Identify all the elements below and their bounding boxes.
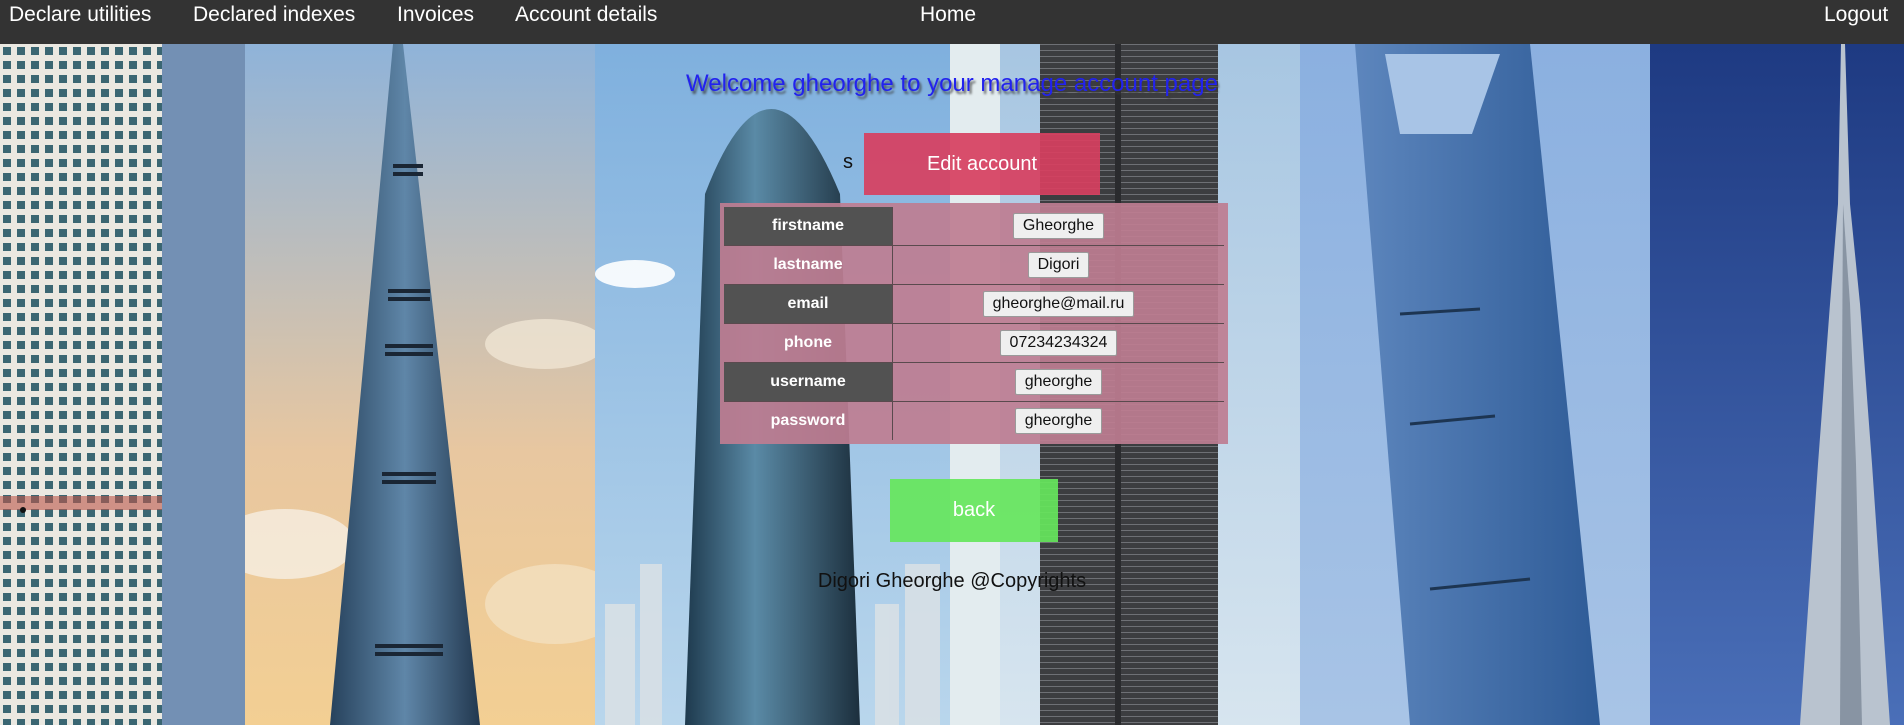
email-value[interactable]: gheorghe@mail.ru bbox=[982, 291, 1135, 317]
top-navbar: Declare utilities Declared indexes Invoi… bbox=[0, 0, 1904, 44]
field-value-cell: gheorghe bbox=[893, 402, 1225, 441]
field-label-lastname: lastname bbox=[724, 245, 893, 285]
bg-panel-bottle-opener-tower bbox=[1300, 44, 1650, 725]
phone-value[interactable]: 07234234324 bbox=[999, 330, 1118, 356]
table-row: lastname Digori bbox=[724, 245, 1224, 285]
nav-declared-indexes[interactable]: Declared indexes bbox=[193, 0, 355, 44]
edit-account-button[interactable]: Edit account bbox=[864, 133, 1100, 195]
nav-home[interactable]: Home bbox=[920, 0, 976, 44]
field-label-username: username bbox=[724, 362, 893, 402]
field-value-cell: gheorghe bbox=[892, 362, 1224, 402]
bg-panel-tapered-tower bbox=[245, 44, 595, 725]
password-value[interactable]: gheorghe bbox=[1014, 408, 1103, 434]
stray-text: s bbox=[843, 151, 853, 173]
field-label-password: password bbox=[724, 401, 893, 440]
field-label-phone: phone bbox=[724, 323, 893, 363]
field-value-cell: 07234234324 bbox=[892, 323, 1224, 363]
table-row: password gheorghe bbox=[724, 401, 1225, 441]
field-value-cell: Digori bbox=[892, 245, 1224, 285]
nav-declare-utilities[interactable]: Declare utilities bbox=[9, 0, 151, 44]
field-label-email: email bbox=[724, 284, 893, 324]
account-details-table: firstname Gheorghe lastname Digori email… bbox=[724, 207, 1224, 440]
table-row: firstname Gheorghe bbox=[724, 207, 1224, 246]
bg-panel-spire-tower bbox=[1650, 44, 1904, 725]
field-value-cell: Gheorghe bbox=[892, 207, 1224, 246]
nav-logout[interactable]: Logout bbox=[1824, 0, 1888, 44]
table-row: username gheorghe bbox=[724, 362, 1224, 402]
copyright-footer: Digori Gheorghe @Copyrights bbox=[817, 570, 1087, 592]
welcome-heading: Welcome gheorghe to your manage account … bbox=[686, 70, 1218, 97]
bg-panel-grid-tower bbox=[0, 44, 245, 725]
username-value[interactable]: gheorghe bbox=[1014, 369, 1103, 395]
nav-account-details[interactable]: Account details bbox=[515, 0, 657, 44]
table-row: email gheorghe@mail.ru bbox=[724, 284, 1224, 324]
nav-invoices[interactable]: Invoices bbox=[397, 0, 474, 44]
stray-dot bbox=[20, 507, 26, 513]
field-value-cell: gheorghe@mail.ru bbox=[892, 284, 1224, 324]
back-button[interactable]: back bbox=[890, 479, 1058, 542]
lastname-value[interactable]: Digori bbox=[1027, 252, 1090, 278]
field-label-firstname: firstname bbox=[724, 207, 893, 246]
table-row: phone 07234234324 bbox=[724, 323, 1224, 363]
firstname-value[interactable]: Gheorghe bbox=[1012, 213, 1105, 239]
